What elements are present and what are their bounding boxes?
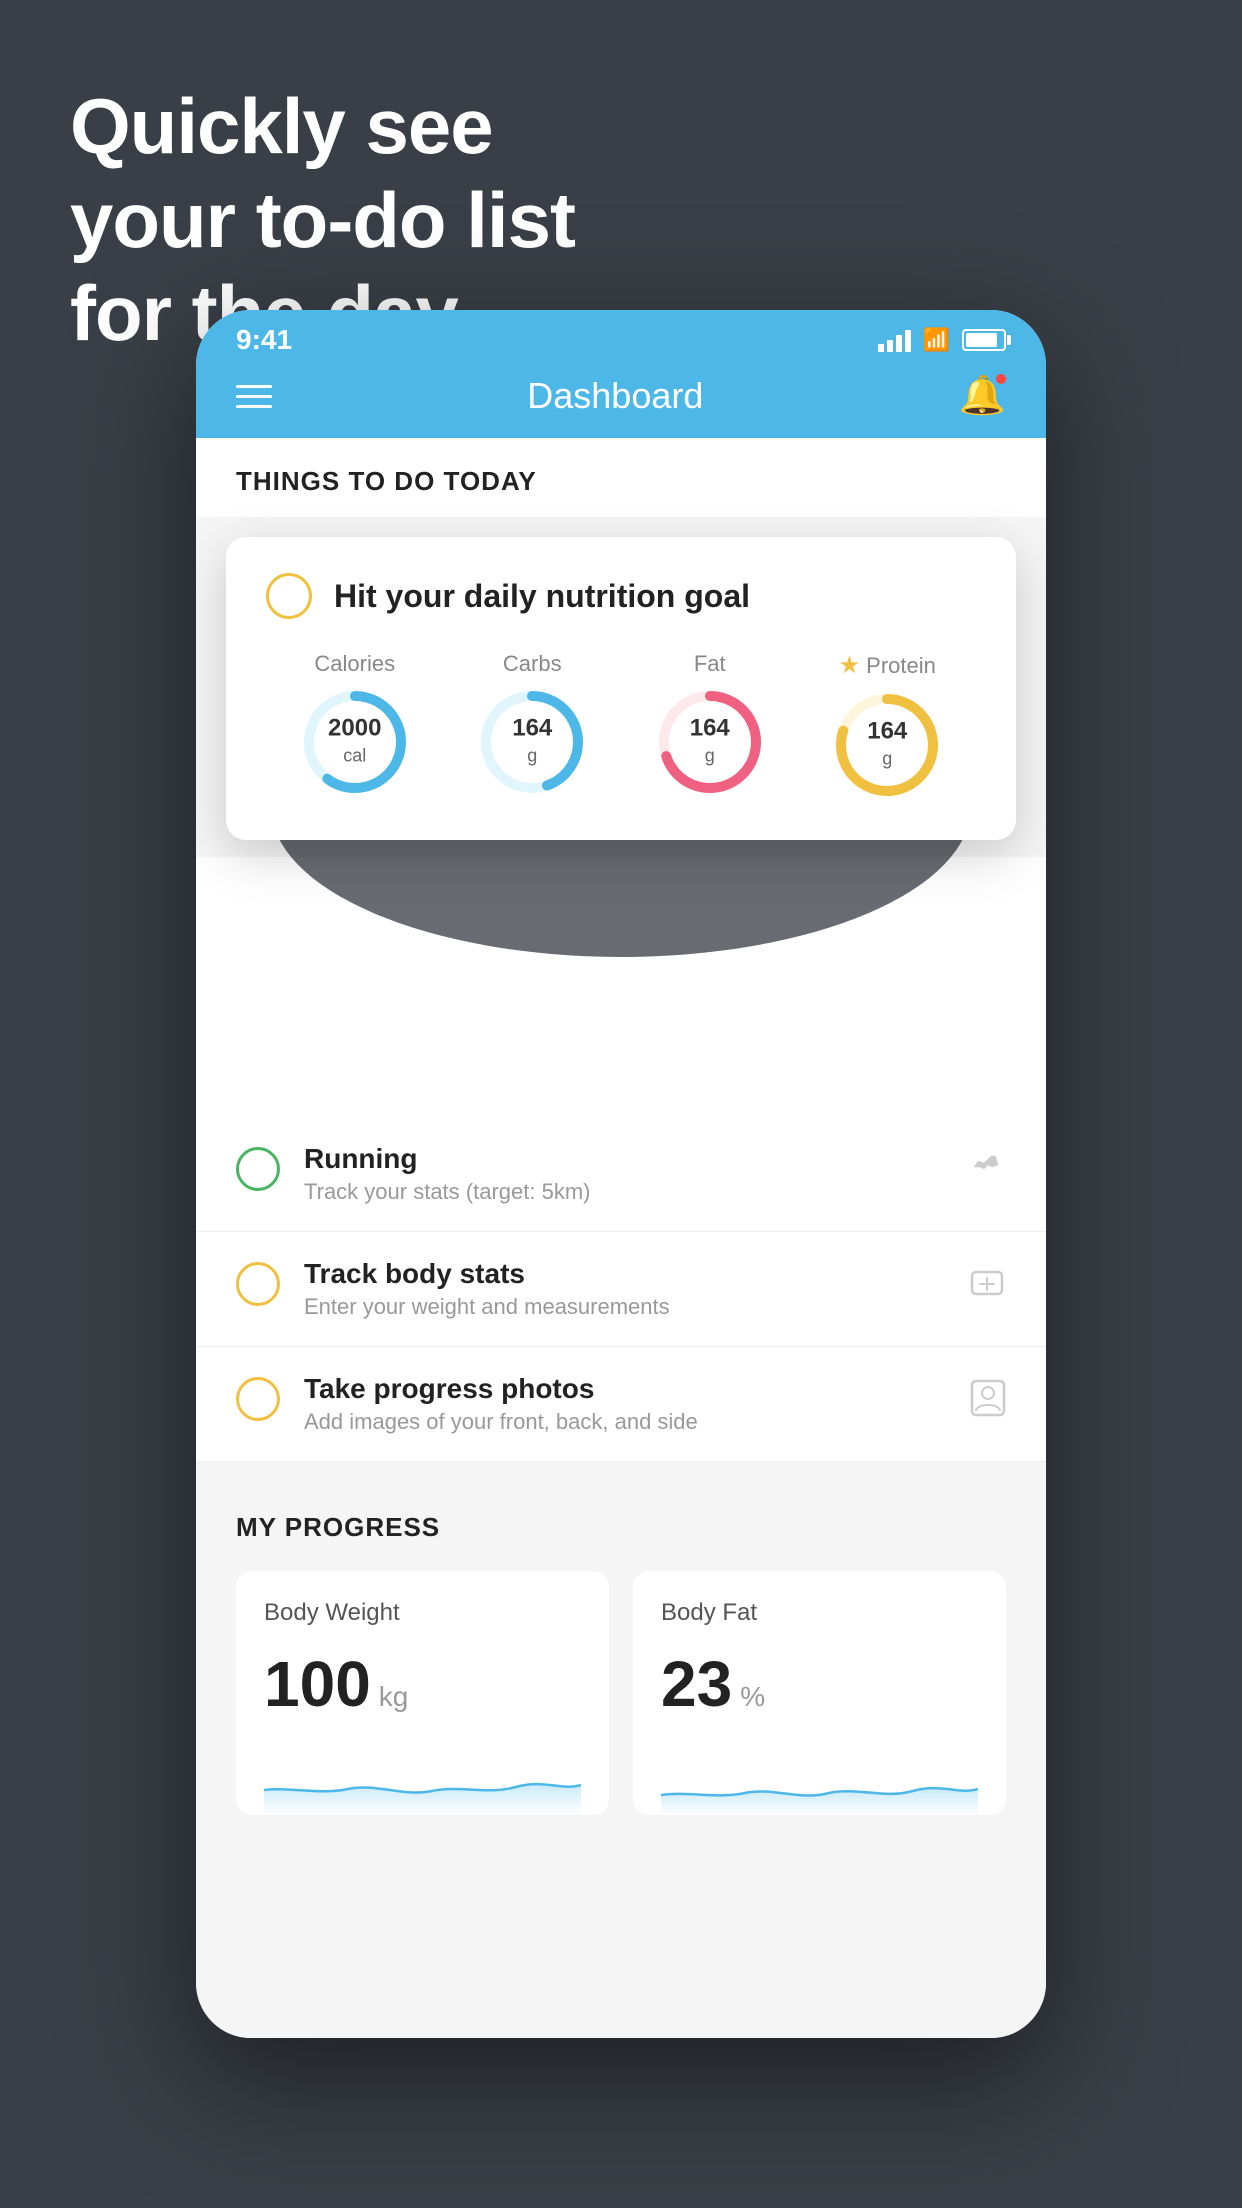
person-icon — [970, 1379, 1006, 1425]
hamburger-menu-icon[interactable] — [236, 385, 272, 408]
calories-label: Calories — [314, 651, 395, 677]
progress-title: MY PROGRESS — [236, 1512, 1006, 1543]
calories-ring: 2000cal — [300, 687, 410, 797]
calories-item: Calories 2000cal — [300, 651, 410, 797]
nutrition-goal-card: Hit your daily nutrition goal Calories — [226, 537, 1016, 840]
running-text: Running Track your stats (target: 5km) — [304, 1143, 942, 1205]
body-weight-label: Body Weight — [264, 1599, 581, 1627]
carbs-ring: 164g — [477, 687, 587, 797]
body-fat-unit: % — [740, 1681, 765, 1713]
running-checkbox[interactable] — [236, 1147, 280, 1191]
star-icon: ★ — [839, 651, 861, 680]
body-stats-text: Track body stats Enter your weight and m… — [304, 1258, 944, 1320]
signal-icon — [878, 328, 911, 352]
content-area: THINGS TO DO TODAY Hit your daily nutrit… — [196, 438, 1046, 2038]
fat-ring: 164g — [655, 687, 765, 797]
scale-icon — [968, 1264, 1006, 1310]
photos-name: Take progress photos — [304, 1373, 946, 1405]
protein-value: 164g — [867, 719, 907, 772]
body-fat-chart — [661, 1745, 978, 1815]
body-weight-number: 100 — [264, 1647, 371, 1721]
protein-ring: 164g — [832, 690, 942, 800]
body-stats-desc: Enter your weight and measurements — [304, 1294, 944, 1320]
nutrition-circles-row: Calories 2000cal — [266, 651, 976, 800]
body-stats-name: Track body stats — [304, 1258, 944, 1290]
body-fat-number: 23 — [661, 1647, 732, 1721]
card-title: Hit your daily nutrition goal — [334, 578, 750, 615]
body-weight-card: Body Weight 100 kg — [236, 1571, 609, 1815]
notification-badge — [994, 372, 1008, 386]
photos-checkbox[interactable] — [236, 1377, 280, 1421]
body-weight-unit: kg — [379, 1681, 409, 1713]
body-fat-card: Body Fat 23 % — [633, 1571, 1006, 1815]
calories-value: 2000cal — [328, 716, 381, 769]
protein-label: ★ Protein — [839, 651, 936, 680]
phone-mockup: 9:41 📶 Dashboard — [196, 310, 1046, 2038]
carbs-item: Carbs 164g — [477, 651, 587, 797]
progress-section: MY PROGRESS Body Weight 100 kg — [196, 1462, 1046, 1855]
fat-label: Fat — [694, 651, 726, 677]
goal-checkbox[interactable] — [266, 573, 312, 619]
fat-value: 164g — [690, 716, 730, 769]
todo-progress-photos[interactable]: Take progress photos Add images of your … — [196, 1347, 1046, 1462]
battery-icon — [962, 329, 1006, 351]
carbs-value: 164g — [512, 716, 552, 769]
fat-item: Fat 164g — [655, 651, 765, 797]
status-icons: 📶 — [878, 327, 1006, 353]
status-bar: 9:41 📶 — [196, 310, 1046, 364]
floating-card-container: Hit your daily nutrition goal Calories — [196, 517, 1046, 857]
body-fat-value-row: 23 % — [661, 1647, 978, 1721]
wifi-icon: 📶 — [923, 327, 950, 353]
nav-bar: Dashboard 🔔 — [196, 364, 1046, 438]
things-section-header: THINGS TO DO TODAY — [196, 438, 1046, 517]
body-stats-checkbox[interactable] — [236, 1262, 280, 1306]
running-name: Running — [304, 1143, 942, 1175]
photos-desc: Add images of your front, back, and side — [304, 1409, 946, 1435]
todo-body-stats[interactable]: Track body stats Enter your weight and m… — [196, 1232, 1046, 1347]
todo-running[interactable]: Running Track your stats (target: 5km) — [196, 1117, 1046, 1232]
nav-title: Dashboard — [527, 375, 703, 417]
status-time: 9:41 — [236, 324, 292, 356]
notification-bell-button[interactable]: 🔔 — [959, 374, 1006, 418]
body-weight-chart — [264, 1745, 581, 1815]
body-weight-value-row: 100 kg — [264, 1647, 581, 1721]
carbs-label: Carbs — [503, 651, 562, 677]
running-icon — [966, 1149, 1006, 1187]
body-fat-label: Body Fat — [661, 1599, 978, 1627]
phone-screen: 9:41 📶 Dashboard — [196, 310, 1046, 2038]
progress-cards-row: Body Weight 100 kg — [236, 1571, 1006, 1815]
protein-item: ★ Protein 164g — [832, 651, 942, 800]
card-header: Hit your daily nutrition goal — [266, 573, 976, 619]
photos-text: Take progress photos Add images of your … — [304, 1373, 946, 1435]
running-desc: Track your stats (target: 5km) — [304, 1179, 942, 1205]
things-section-title: THINGS TO DO TODAY — [236, 466, 537, 496]
